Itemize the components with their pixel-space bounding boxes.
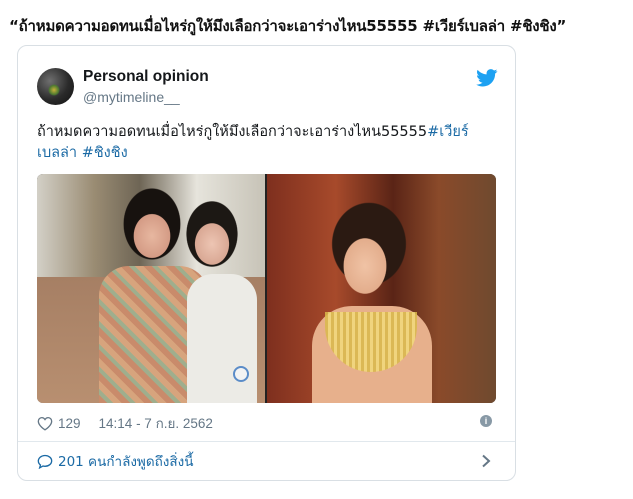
twitter-bird-icon[interactable] [476,69,498,87]
tweet-photo-left[interactable] [37,174,265,403]
caption-quote: “ถ้าหมดความอดทนเมื่อไหร่กูให้มึงเลือกว่า… [9,17,567,35]
conversation-count-text[interactable]: 201 คนกำลังพูดถึงสิ่งนี้ [58,450,193,472]
speech-bubble-icon [37,454,53,469]
display-name[interactable]: Personal opinion [83,68,209,86]
hashtag-link-2[interactable]: #ชิงชิง [82,145,128,161]
tweet-body-text: ถ้าหมดความอดทนเมื่อไหร่กูให้มึงเลือกว่าจ… [37,124,428,140]
channel-3-logo [233,366,249,382]
like-count[interactable]: 129 [58,416,81,431]
tweet-photo-right[interactable] [267,174,496,403]
embedded-tweet-card[interactable]: Personal opinion @mytimeline__ ถ้าหมดควา… [17,45,516,481]
chevron-right-icon[interactable] [480,454,492,468]
tweet-media[interactable] [37,174,496,403]
hashtag-link-1[interactable]: #เวียร์ [427,124,469,140]
heart-icon[interactable] [37,416,53,431]
hashtag-link-1-cont[interactable]: เบลล่า [37,145,77,161]
conversation-link[interactable]: 201 คนกำลังพูดถึงสิ่งนี้ [37,451,193,471]
info-icon[interactable]: i [480,415,492,427]
tweet-meta: 129 14:14 - 7 ก.ย. 2562 [37,413,213,433]
tweet-timestamp[interactable]: 14:14 - 7 ก.ย. 2562 [99,412,213,434]
divider [18,441,515,442]
user-handle[interactable]: @mytimeline__ [83,89,180,105]
avatar[interactable] [37,68,74,105]
tweet-text: ถ้าหมดความอดทนเมื่อไหร่กูให้มึงเลือกว่าจ… [37,122,503,164]
